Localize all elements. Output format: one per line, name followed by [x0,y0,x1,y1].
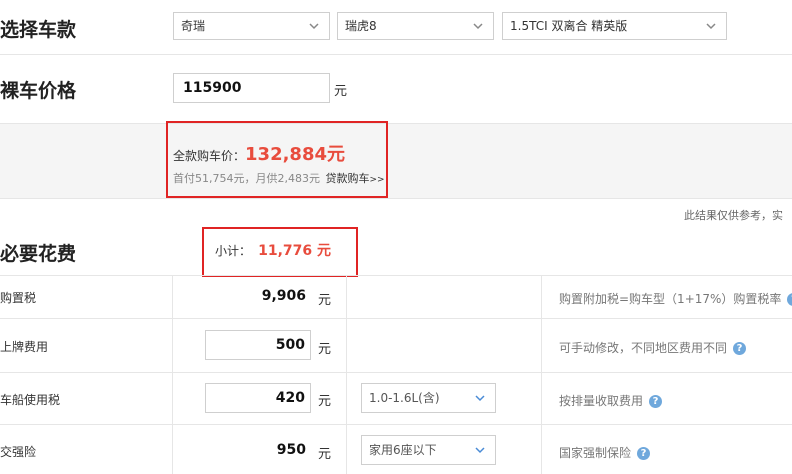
divider [0,275,792,276]
compulsory-insurance-value: 950 [276,442,306,458]
question-circle-icon[interactable]: ? [787,293,792,306]
compulsory-insurance-label: 交强险 [0,445,37,459]
bare-price-value: 115900 [183,80,242,96]
registration-fee-input[interactable]: 500 [205,330,311,360]
series-select[interactable]: 瑞虎8 [337,12,494,40]
registration-fee-note: 可手动修改，不同地区费用不同? [559,339,747,356]
displacement-select-value: 1.0-1.6L(含) [369,391,440,405]
brand-select-value: 奇瑞 [181,19,206,33]
divider [0,123,792,124]
full-price-panel [0,124,792,198]
required-fees-title: 必要花费 [0,243,77,265]
registration-fee-unit: 元 [318,342,332,357]
brand-select[interactable]: 奇瑞 [173,12,330,40]
divider [0,424,792,425]
divider [0,54,792,55]
vehicle-tax-input[interactable]: 420 [205,383,311,413]
highlight-box-full-price [166,121,388,198]
divider [0,372,792,373]
column-divider [172,275,173,474]
purchase-tax-note: 购置附加税=购车型（1+17%）购置税率? [559,290,792,307]
highlight-box-subtotal [202,227,358,277]
compulsory-insurance-unit: 元 [318,447,332,462]
question-circle-icon[interactable]: ? [649,395,663,408]
bare-price-unit: 元 [334,84,348,99]
chevron-down-icon [309,23,319,30]
divider [0,198,792,199]
vehicle-tax-note: 按排量收取费用? [559,392,663,409]
displacement-select[interactable]: 1.0-1.6L(含) [361,383,496,413]
disclaimer-text: 此结果仅供参考，实 [684,209,783,222]
seat-count-select[interactable]: 家用6座以下 [361,435,496,465]
model-select-value: 1.5TCI 双离合 精英版 [510,19,628,33]
chevron-down-icon [473,23,483,30]
vehicle-tax-value: 420 [275,390,305,406]
chevron-down-icon [475,395,485,402]
compulsory-insurance-note: 国家强制保险? [559,444,651,461]
column-divider [541,275,542,474]
bare-price-input[interactable]: 115900 [173,73,330,103]
purchase-tax-note-text: 购置附加税=购车型（1+17%）购置税率 [559,292,782,306]
registration-fee-value: 500 [275,337,305,353]
purchase-tax-unit: 元 [318,293,332,308]
vehicle-tax-label: 车船使用税 [0,393,61,407]
model-select[interactable]: 1.5TCI 双离合 精英版 [502,12,727,40]
divider [0,318,792,319]
chevron-down-icon [475,447,485,454]
vehicle-tax-note-text: 按排量收取费用 [559,394,644,408]
compulsory-insurance-note-text: 国家强制保险 [559,446,632,460]
chevron-down-icon [706,23,716,30]
vehicle-tax-unit: 元 [318,394,332,409]
seat-count-select-value: 家用6座以下 [369,443,437,457]
question-circle-icon[interactable]: ? [637,447,651,460]
purchase-tax-label: 购置税 [0,291,37,305]
registration-fee-note-text: 可手动修改，不同地区费用不同 [559,341,728,355]
bare-price-title: 裸车价格 [0,80,77,102]
registration-fee-label: 上牌费用 [0,340,49,354]
question-circle-icon[interactable]: ? [733,342,747,355]
purchase-tax-value: 9,906 [261,288,306,304]
select-car-title: 选择车款 [0,19,77,41]
series-select-value: 瑞虎8 [345,19,377,33]
column-divider [346,275,347,474]
